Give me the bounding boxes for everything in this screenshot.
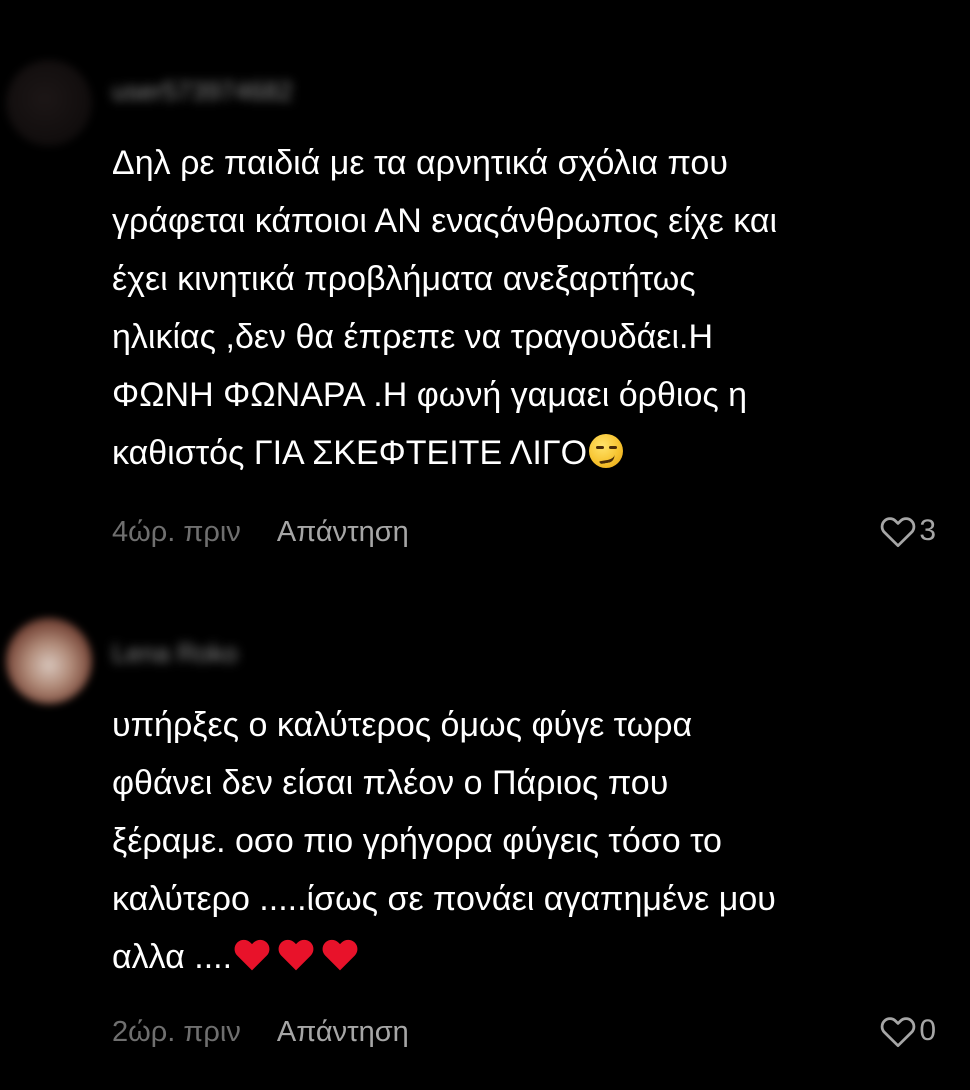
heart-outline-icon <box>881 517 916 548</box>
comment-text: υπήρξες ο καλύτερος όμως φύγε τωρα φθάνε… <box>112 696 942 986</box>
comment-body: Δηλ ρε παιδιά με τα αρνητικά σχόλια που … <box>112 144 778 472</box>
comment-body: υπήρξες ο καλύτερος όμως φύγε τωρα φθάνε… <box>112 706 776 976</box>
red-heart-icon <box>322 939 358 971</box>
comment-item: user573974682 Δηλ ρε παιδιά με τα αρνητι… <box>0 0 970 590</box>
comment-meta: 2ώρ. πριν Απάντηση <box>112 1016 409 1049</box>
comment-meta: 4ώρ. πριν Απάντηση <box>112 516 409 549</box>
comment-text: Δηλ ρε παιδιά με τα αρνητικά σχόλια που … <box>112 134 942 482</box>
comment-timestamp: 4ώρ. πριν <box>112 516 241 548</box>
avatar[interactable] <box>6 618 92 704</box>
like-button[interactable]: 0 <box>879 1014 936 1048</box>
smirking-face-icon <box>589 434 624 468</box>
like-button[interactable]: 3 <box>879 514 936 548</box>
red-heart-icon <box>278 939 314 971</box>
reply-button[interactable]: Απάντηση <box>277 1016 409 1048</box>
avatar[interactable] <box>6 60 92 146</box>
comment-username[interactable]: user573974682 <box>112 76 293 107</box>
comment-username[interactable]: Lena Roko <box>112 638 238 669</box>
like-count: 3 <box>919 514 936 547</box>
red-heart-icon <box>234 939 270 971</box>
reply-button[interactable]: Απάντηση <box>277 516 409 548</box>
comment-item: Lena Roko υπήρξες ο καλύτερος όμως φύγε … <box>0 590 970 1090</box>
comment-timestamp: 2ώρ. πριν <box>112 1016 241 1048</box>
heart-outline-icon <box>881 1017 916 1048</box>
like-count: 0 <box>919 1014 936 1047</box>
